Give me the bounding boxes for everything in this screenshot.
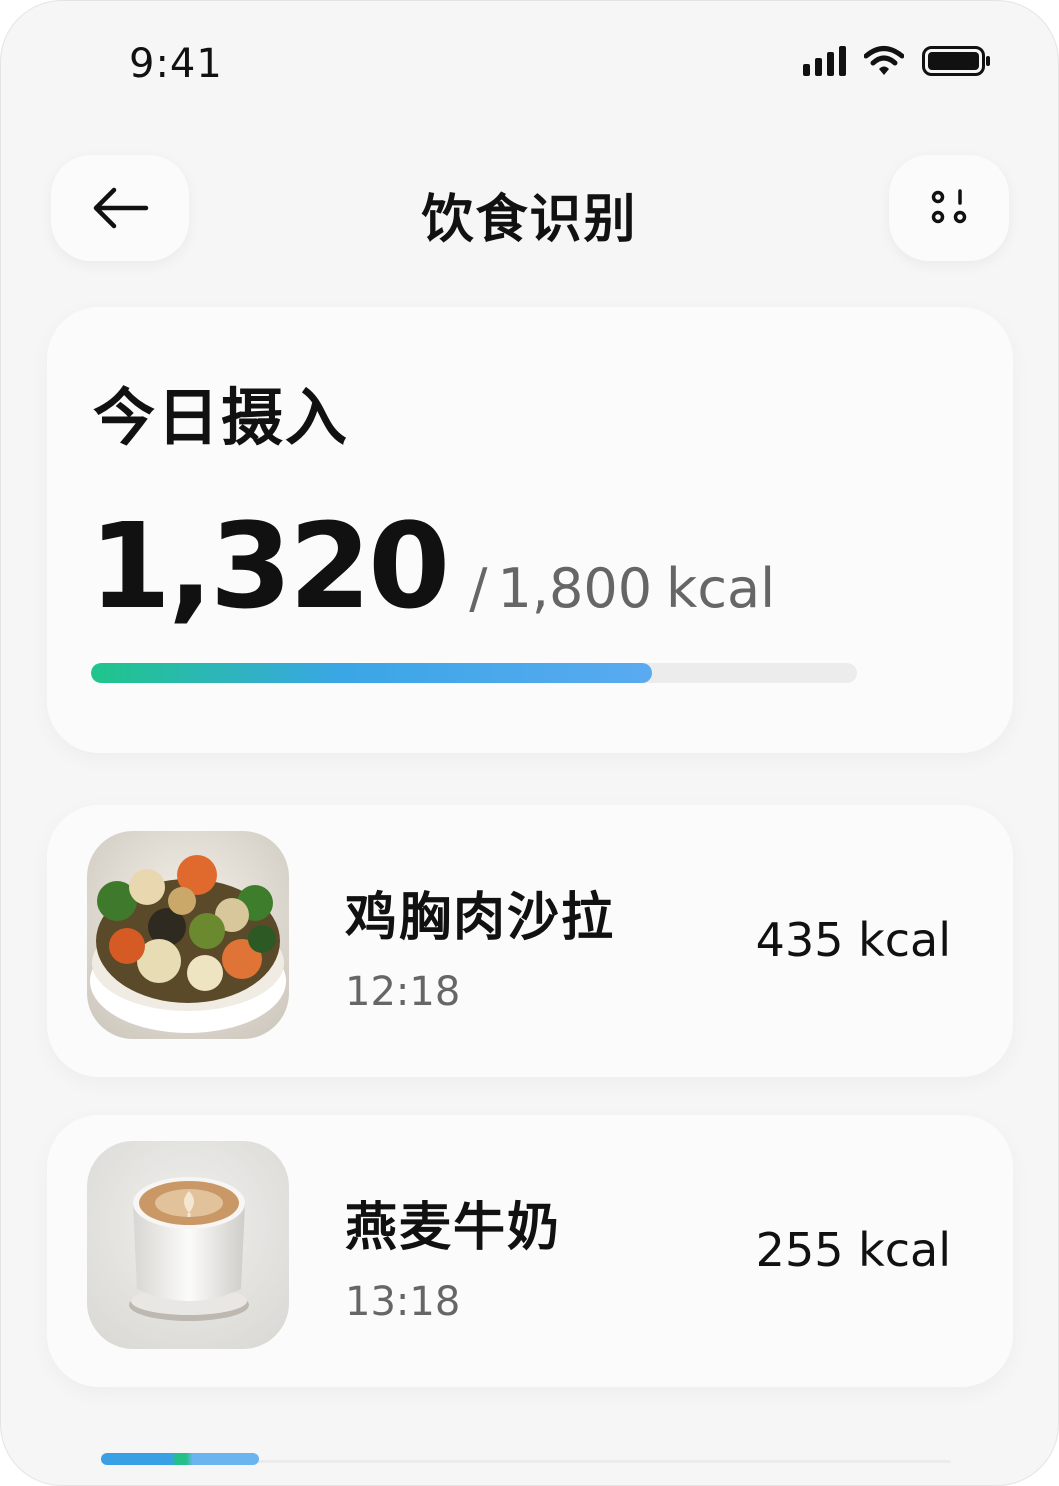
intake-separator: /	[469, 557, 488, 620]
salad-bowl-image	[87, 831, 289, 1039]
meal-name: 鸡胸肉沙拉	[345, 888, 616, 948]
intake-values: 1,320 / 1,800 kcal	[89, 497, 775, 635]
status-time: 9:41	[129, 41, 223, 87]
meal-time: 13:18	[345, 1279, 461, 1325]
intake-unit: kcal	[666, 557, 776, 620]
battery-icon	[922, 45, 992, 77]
intake-progress-bar	[91, 663, 857, 683]
more-button[interactable]	[889, 155, 1009, 261]
intake-current: 1,320	[89, 497, 450, 635]
intake-goal: 1,800	[497, 557, 653, 620]
meal-time: 12:18	[345, 969, 461, 1015]
intake-progress-fill	[91, 663, 653, 683]
phone-frame: 9:41 饮食识别 今日摄入 1,320 / 1,800 kcal 鸡胸肉沙拉 …	[0, 0, 1059, 1486]
signal-icon	[803, 46, 846, 76]
intake-summary-card: 今日摄入 1,320 / 1,800 kcal	[47, 307, 1013, 753]
summary-title: 今日摄入	[93, 381, 350, 454]
meal-calories: 435 kcal	[755, 913, 951, 967]
wifi-icon	[864, 45, 904, 77]
dots-menu-icon	[931, 189, 967, 224]
meal-card[interactable]: 燕麦牛奶 13:18 255 kcal	[47, 1115, 1013, 1387]
status-icons	[803, 45, 992, 77]
meal-name: 燕麦牛奶	[345, 1198, 562, 1258]
meal-card[interactable]: 鸡胸肉沙拉 12:18 435 kcal	[47, 805, 1013, 1077]
scroll-indicator[interactable]	[101, 1453, 259, 1465]
meal-calories: 255 kcal	[755, 1223, 951, 1277]
latte-cup-image	[87, 1141, 289, 1349]
